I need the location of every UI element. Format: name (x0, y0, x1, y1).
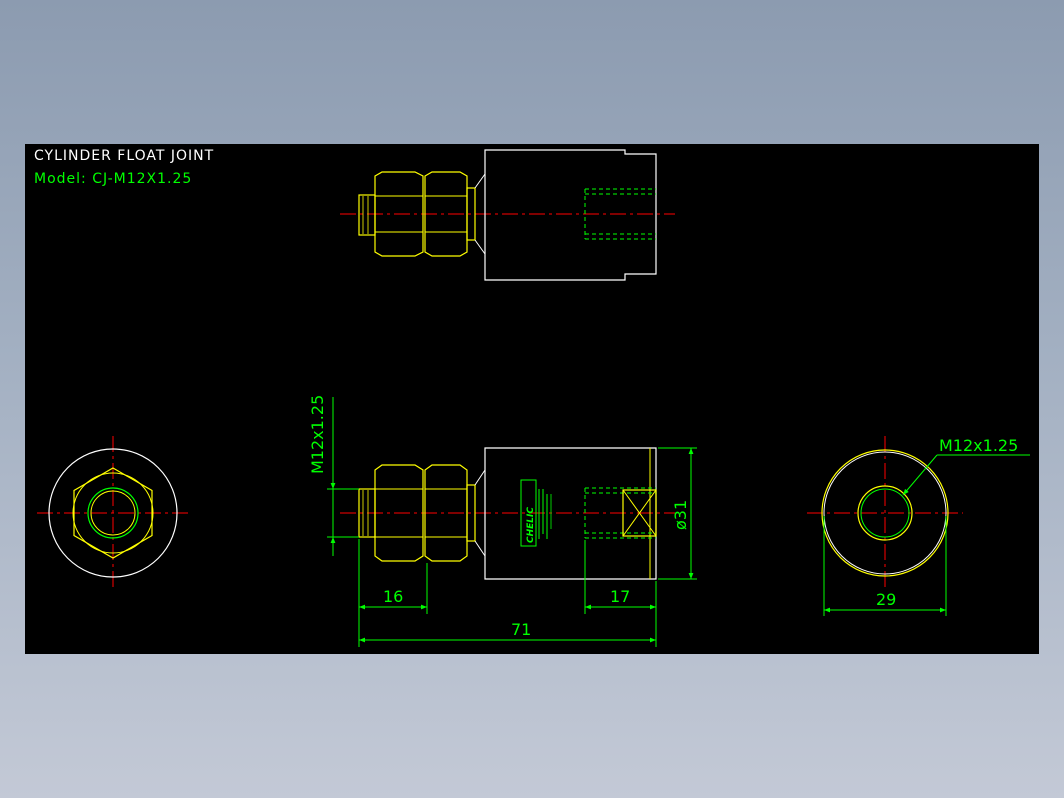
brand-text: CHELIC (526, 507, 536, 543)
dim-overall-length: 71 (511, 620, 531, 639)
left-end-view (37, 436, 189, 590)
model-label: Model: CJ-M12X1.25 (34, 171, 192, 187)
top-view (340, 149, 675, 281)
dim-bore-depth: 17 (610, 587, 630, 606)
right-end-view: 29 M12x1.25 (807, 436, 1030, 616)
dim-nut-length: 16 (383, 587, 403, 606)
drawing-title: CYLINDER FLOAT JOINT (34, 148, 214, 164)
front-view: CHELIC M12x1.25 16 17 71 ø31 (308, 395, 697, 647)
dim-thread-side: M12x1.25 (308, 395, 327, 474)
dim-end-diameter: 29 (876, 590, 896, 609)
brand-label: CHELIC (520, 479, 552, 547)
dim-body-diameter: ø31 (671, 500, 690, 530)
dim-thread-right: M12x1.25 (939, 436, 1018, 455)
cad-drawing-canvas: CYLINDER FLOAT JOINT Model: CJ-M12X1.25 (25, 144, 1039, 654)
